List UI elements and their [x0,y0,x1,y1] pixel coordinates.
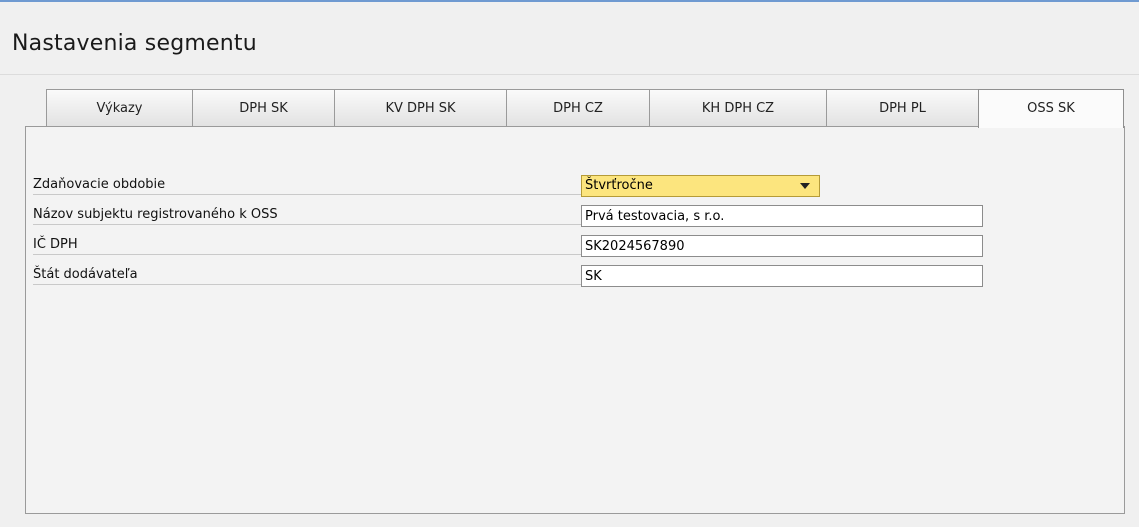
period-dropdown-value: Štvrťročne [585,178,653,193]
tab-vykazy[interactable]: Výkazy [46,89,193,126]
tab-oss-sk[interactable]: OSS SK [978,89,1124,128]
period-label: Zdaňovacie obdobie [33,176,581,195]
vat-id-field[interactable] [581,235,983,257]
window-title: Nastavenia segmentu [12,31,257,56]
tab-kh-dph-cz[interactable]: KH DPH CZ [649,89,827,126]
subject-name-label: Názov subjektu registrovaného k OSS [33,206,581,225]
tab-dph-sk[interactable]: DPH SK [192,89,335,126]
title-divider [0,74,1139,75]
supplier-state-label: Štát dodávateľa [33,266,581,285]
tab-strip: Výkazy DPH SK KV DPH SK DPH CZ KH DPH CZ… [46,89,1124,128]
settings-window: Nastavenia segmentu Výkazy DPH SK KV DPH… [0,0,1139,527]
tab-dph-pl[interactable]: DPH PL [826,89,979,126]
period-dropdown[interactable]: Štvrťročne [581,175,820,197]
chevron-down-icon[interactable] [800,183,810,189]
tab-kv-dph-sk[interactable]: KV DPH SK [334,89,507,126]
supplier-state-field[interactable] [581,265,983,287]
subject-name-field[interactable] [581,205,983,227]
vat-id-label: IČ DPH [33,236,581,255]
tab-dph-cz[interactable]: DPH CZ [506,89,650,126]
